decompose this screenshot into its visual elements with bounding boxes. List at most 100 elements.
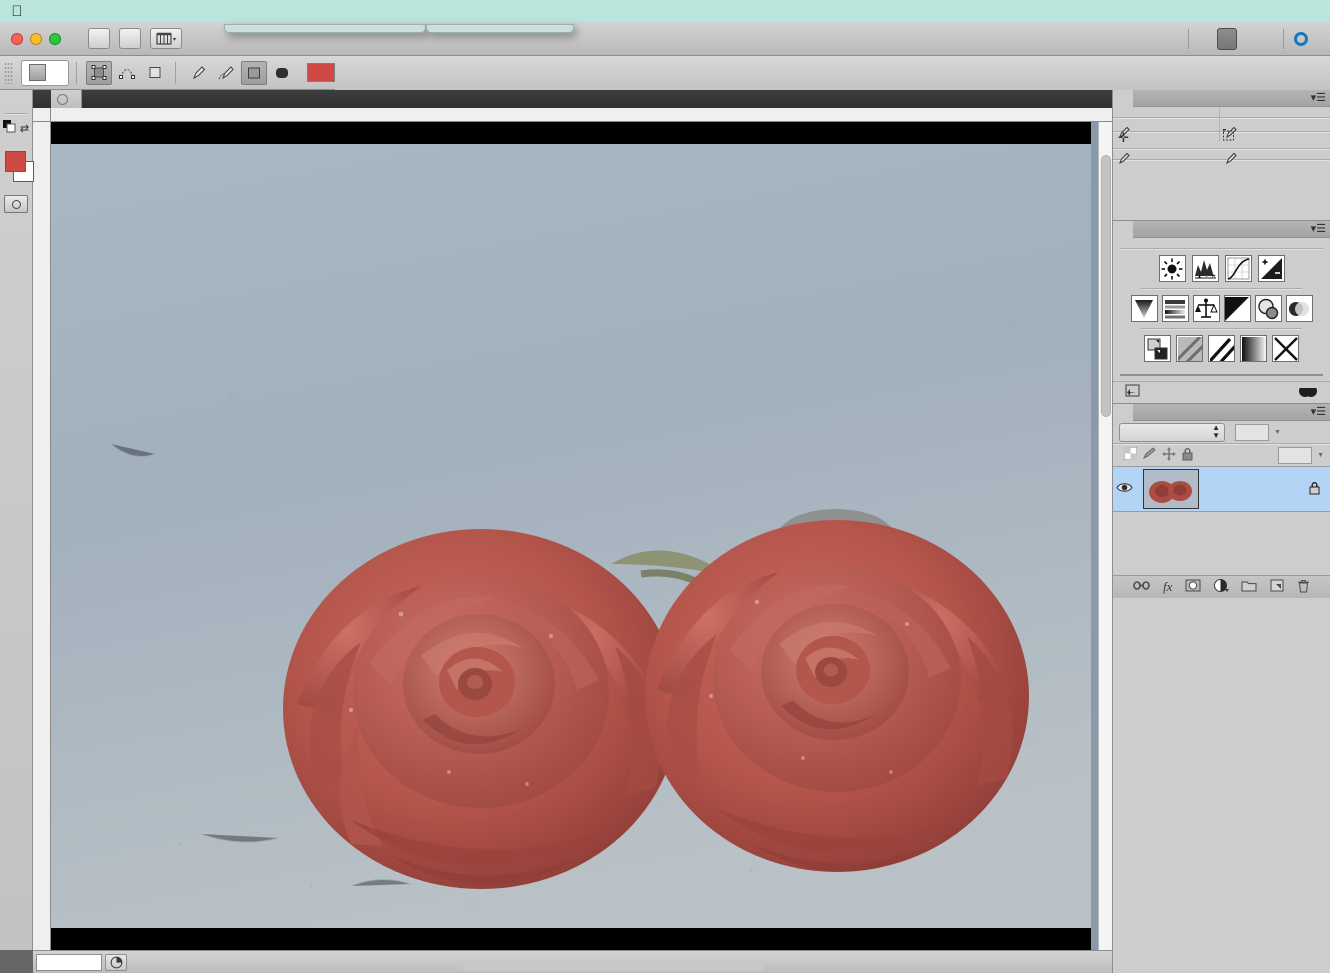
apple-icon[interactable]: 	[0, 4, 34, 19]
tab-info[interactable]	[1113, 89, 1133, 107]
add-layer-mask-icon[interactable]	[1185, 579, 1201, 595]
tab-paths[interactable]	[1133, 404, 1153, 421]
panel-menu-icon[interactable]: ▾☰	[1311, 92, 1326, 104]
panel-menu-icon[interactable]: ▾☰	[1311, 406, 1326, 418]
divider	[1283, 28, 1284, 49]
canvas-area[interactable]	[51, 122, 1112, 950]
divider	[5, 113, 27, 114]
vibrance-icon[interactable]	[1130, 295, 1158, 322]
horizontal-ruler[interactable]	[51, 108, 1112, 122]
link-layers-icon[interactable]	[1133, 580, 1151, 594]
posterize-icon[interactable]	[1176, 335, 1203, 362]
delete-layer-icon[interactable]	[1297, 579, 1310, 596]
color-balance-icon[interactable]	[1192, 295, 1220, 322]
fill-caret-icon[interactable]: ▼	[1317, 452, 1324, 459]
cs-live-button[interactable]	[1294, 31, 1330, 46]
more-workspaces-button[interactable]	[1255, 28, 1273, 50]
return-to-adjustment-list-icon[interactable]	[1125, 384, 1142, 402]
info-sampler-2	[1219, 132, 1330, 165]
lock-transparency-icon[interactable]	[1123, 446, 1138, 463]
mode-submenu-popup[interactable]	[426, 24, 574, 33]
vertical-ruler[interactable]	[33, 108, 51, 950]
foreground-color-swatch[interactable]	[5, 151, 26, 172]
zoom-level-input[interactable]	[36, 953, 102, 971]
opacity-input[interactable]	[1235, 423, 1269, 441]
paths-button[interactable]	[114, 61, 140, 85]
black-and-white-icon[interactable]	[1223, 295, 1251, 322]
blend-and-opacity-row: ▲ ▼ ▼	[1113, 421, 1330, 443]
exposure-icon[interactable]	[1257, 255, 1285, 282]
fill-input[interactable]	[1278, 446, 1313, 464]
ruler-origin[interactable]	[33, 108, 51, 122]
fill-pixels-button[interactable]	[142, 61, 168, 85]
document-preview-icon[interactable]	[105, 953, 127, 971]
canvas-vertical-scrollbar[interactable]	[1098, 122, 1112, 950]
hue-saturation-icon[interactable]	[1161, 295, 1189, 322]
mini-bridge-button[interactable]	[119, 28, 141, 49]
info-rgb-readout	[1113, 107, 1219, 139]
mac-menu-bar: 	[0, 0, 1330, 22]
clip-to-layer-icon[interactable]	[1298, 384, 1318, 401]
adjustments-heading	[1113, 238, 1330, 248]
threshold-icon[interactable]	[1208, 335, 1235, 362]
rectangle-tool-button[interactable]	[241, 60, 267, 85]
brightness-contrast-icon[interactable]	[1158, 255, 1186, 282]
new-adjustment-layer-icon[interactable]	[1213, 578, 1229, 596]
options-bar-grip[interactable]	[4, 61, 13, 84]
opacity-caret-icon[interactable]: ▼	[1274, 429, 1281, 436]
launch-bridge-button[interactable]	[88, 28, 110, 49]
document-id-label	[1199, 28, 1217, 50]
lock-image-icon[interactable]	[1142, 447, 1157, 463]
document-tab[interactable]	[51, 90, 82, 108]
swap-colors-icon[interactable]: ⇄	[20, 122, 29, 135]
blend-mode-select[interactable]: ▲ ▼	[1119, 422, 1225, 442]
invert-icon[interactable]	[1144, 335, 1171, 362]
layers-panel: ▾☰ ▲ ▼ ▼ ▼ fx	[1113, 403, 1330, 598]
workspace-design-button[interactable]	[1237, 28, 1255, 50]
curves-icon[interactable]	[1224, 255, 1252, 282]
layer-visibility-icon[interactable]	[1113, 481, 1135, 497]
image-menu-popup[interactable]	[224, 24, 426, 33]
pen-tool-button[interactable]	[185, 61, 211, 85]
layer-style-fx-icon[interactable]: fx	[1163, 579, 1172, 595]
document-size-label	[130, 954, 312, 971]
new-group-icon[interactable]	[1241, 580, 1257, 595]
selective-color-icon[interactable]	[1272, 335, 1299, 362]
layer-lock-icon	[1308, 481, 1330, 498]
zoom-window-button[interactable]	[49, 32, 61, 45]
shape-layers-button[interactable]	[86, 60, 112, 85]
new-layer-icon[interactable]	[1270, 579, 1284, 595]
gradient-map-icon[interactable]	[1240, 335, 1267, 362]
tab-layers[interactable]	[1113, 403, 1133, 421]
horizontal-scrollbar[interactable]	[463, 962, 763, 971]
freeform-pen-tool-button[interactable]	[213, 61, 239, 85]
divider	[1188, 28, 1189, 49]
photo-filter-icon[interactable]	[1254, 295, 1282, 322]
options-bar	[0, 55, 1330, 90]
quick-mask-mode-icon[interactable]	[4, 195, 28, 213]
adjustments-panel-header: ▾☰	[1113, 220, 1330, 238]
panel-menu-icon[interactable]: ▾☰	[1311, 223, 1326, 235]
info-dimensions-readout	[1219, 118, 1330, 141]
panel-dock: ▾☰ ✛ ▾☰ ▾☰ ▲ ▼ ▼ ▼ fx	[1112, 89, 1330, 973]
channel-mixer-icon[interactable]	[1285, 295, 1313, 322]
tool-preset-picker[interactable]	[21, 59, 69, 86]
lock-row: ▼	[1113, 444, 1330, 466]
scrollbar-thumb[interactable]	[1101, 155, 1111, 417]
view-extras-button[interactable]	[150, 28, 182, 49]
photo-image[interactable]	[51, 144, 1091, 928]
shape-color-swatch[interactable]	[307, 63, 335, 82]
default-colors-icon[interactable]	[2, 120, 16, 136]
layer-thumbnail[interactable]	[1143, 469, 1199, 509]
layer-row-background[interactable]	[1113, 466, 1330, 512]
lock-all-icon[interactable]	[1181, 447, 1194, 464]
close-window-button[interactable]	[11, 32, 23, 45]
lock-position-icon[interactable]	[1162, 446, 1176, 464]
workspace-essentials-button[interactable]	[1217, 27, 1237, 50]
close-icon[interactable]	[57, 93, 68, 105]
tab-adjustments[interactable]	[1113, 220, 1133, 238]
levels-icon[interactable]	[1191, 255, 1219, 282]
adjustments-row-1	[1113, 249, 1330, 288]
minimize-window-button[interactable]	[30, 32, 42, 45]
rounded-rectangle-tool-button[interactable]	[269, 61, 295, 85]
